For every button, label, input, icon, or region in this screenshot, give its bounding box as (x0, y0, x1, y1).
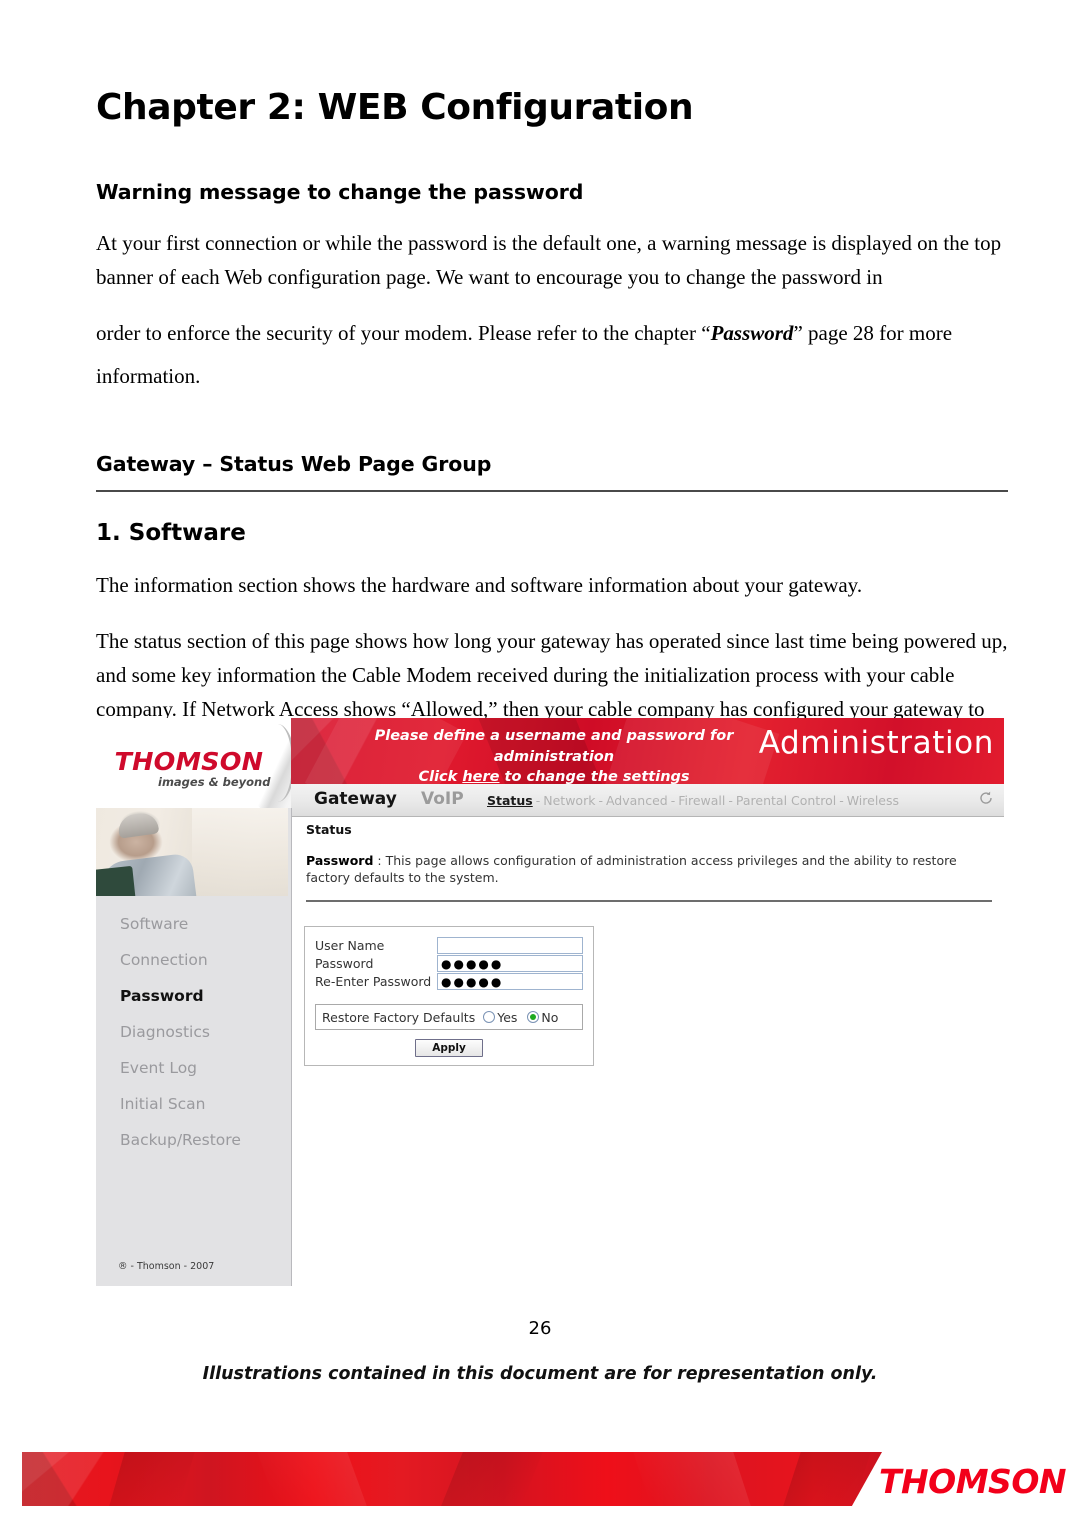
form-row-reenter-password: Re-Enter Password ●●●●● (315, 973, 583, 990)
apply-button[interactable]: Apply (415, 1039, 483, 1057)
sidebar-item-backup-restore[interactable]: Backup/Restore (96, 1122, 291, 1158)
sidebar-item-password[interactable]: Password (96, 978, 291, 1014)
section-heading-warning: Warning message to change the password (96, 179, 584, 204)
panel-divider (306, 900, 992, 902)
nav-separator: - (839, 793, 844, 808)
reenter-password-label: Re-Enter Password (315, 974, 432, 989)
sidebar: Software Connection Password Diagnostics… (96, 808, 292, 1286)
photo-background (192, 808, 288, 896)
nav-item-network[interactable]: Network (542, 793, 596, 808)
illustration-note: Illustrations contained in this document… (202, 1364, 878, 1384)
sidebar-item-connection[interactable]: Connection (96, 942, 291, 978)
banner-link-pre: Click (418, 769, 463, 784)
sidebar-menu: Software Connection Password Diagnostics… (96, 906, 291, 1158)
document-page: Chapter 2: WEB Configuration Warning mes… (0, 0, 1080, 1528)
secondary-nav: Status - Network - Advanced - Firewall - Parenta… (486, 793, 970, 808)
footer-thomson-wordmark: THOMSON (879, 1462, 1066, 1501)
page-title: Chapter 2: WEB Configuration (96, 87, 694, 128)
panel-description-text: This page allows configuration of admini… (306, 853, 957, 886)
restore-yes-label[interactable]: Yes (497, 1010, 517, 1025)
nav-separator: - (598, 793, 603, 808)
form-row-username: User Name (315, 937, 583, 954)
sidebar-item-initial-scan[interactable]: Initial Scan (96, 1086, 291, 1122)
sidebar-item-event-log[interactable]: Event Log (96, 1050, 291, 1086)
tab-gateway[interactable]: Gateway (314, 789, 397, 809)
logo-wordmark: THOMSON (114, 747, 264, 776)
paragraph-warning-1: At your first connection or while the pa… (96, 231, 1002, 290)
main-panel: Status Password : This page allows confi… (292, 816, 1004, 1286)
banner-message-line2: Click here to change the settings (314, 767, 794, 784)
banner-message-line1: Please define a username and password fo… (374, 728, 734, 765)
embedded-router-screenshot: THOMSON images & beyond Software Connect… (96, 718, 1004, 1286)
navigation-bar: Gateway VoIP Status - Network - Advanced - Fir… (286, 784, 1004, 817)
paragraph-information: The information section shows the hardwa… (96, 573, 863, 598)
banner-title: Administration (758, 725, 994, 761)
subsection-heading-software: 1. Software (96, 519, 246, 546)
panel-description-title: Password (306, 853, 374, 868)
restore-no-label[interactable]: No (541, 1010, 558, 1025)
banner-message: Please define a username and password fo… (314, 726, 794, 784)
document-content: Chapter 2: WEB Configuration Warning mes… (96, 0, 1008, 794)
reenter-password-input[interactable]: ●●●●● (437, 973, 583, 990)
banner-link-post: to change the settings (499, 769, 690, 784)
band-facet (633, 1452, 751, 1506)
paragraph-warning-2-pre: order to enforce the security of your mo… (96, 321, 711, 346)
band-facet (257, 1452, 367, 1506)
restore-yes-radio[interactable] (483, 1011, 496, 1023)
tab-voip[interactable]: VoIP (421, 789, 464, 809)
form-row-password: Password ●●●●● (315, 955, 583, 972)
panel-description-separator: : (373, 853, 386, 868)
footer-band-graphic (22, 1452, 882, 1506)
apply-button-row: Apply (315, 1038, 583, 1057)
nav-separator: - (535, 793, 541, 808)
page-number: 26 (528, 1318, 552, 1339)
nav-item-status[interactable]: Status (486, 793, 534, 808)
restore-factory-defaults-row: Restore Factory Defaults Yes No (315, 1004, 583, 1030)
nav-item-parental-control[interactable]: Parental Control (735, 793, 837, 808)
band-facet (109, 1452, 195, 1506)
sidebar-copyright: ® - Thomson - 2007 (118, 1261, 215, 1272)
username-input[interactable] (437, 937, 583, 954)
sidebar-item-diagnostics[interactable]: Diagnostics (96, 1014, 291, 1050)
footer-brand-band: THOMSON (0, 1448, 1080, 1510)
logo-tagline: images & beyond (158, 775, 271, 789)
photo-laptop (96, 865, 136, 896)
band-facet (441, 1452, 543, 1506)
logo-swoosh-stroke-icon (266, 724, 291, 802)
nav-item-wireless[interactable]: Wireless (846, 793, 900, 808)
password-input[interactable]: ●●●●● (437, 955, 583, 972)
section-heading-gateway: Gateway – Status Web Page Group (96, 452, 492, 477)
sidebar-photo (96, 808, 288, 896)
panel-section-label: Status (306, 822, 352, 837)
nav-separator: - (728, 793, 733, 808)
band-facet (783, 1452, 871, 1506)
sidebar-item-software[interactable]: Software (96, 906, 291, 942)
password-label: Password (315, 956, 374, 971)
paragraph-warning-2-emphasis: Password (710, 321, 794, 346)
nav-item-advanced[interactable]: Advanced (605, 793, 669, 808)
photo-person-hair (116, 811, 160, 839)
refresh-icon[interactable] (978, 790, 994, 806)
thomson-logo: THOMSON images & beyond (96, 718, 291, 808)
password-form: User Name Password ●●●●● Re-Enter Passwo… (304, 926, 594, 1066)
restore-factory-defaults-label: Restore Factory Defaults (322, 1009, 476, 1025)
banner-here-link[interactable]: here (462, 769, 499, 784)
nav-item-firewall[interactable]: Firewall (677, 793, 726, 808)
paragraph-warning-2: order to enforce the security of your mo… (96, 294, 1008, 398)
panel-description: Password : This page allows configuratio… (306, 852, 986, 887)
restore-no-radio[interactable] (527, 1011, 540, 1023)
nav-separator: - (670, 793, 676, 808)
warning-banner: Please define a username and password fo… (286, 718, 1004, 784)
username-label: User Name (315, 938, 385, 953)
